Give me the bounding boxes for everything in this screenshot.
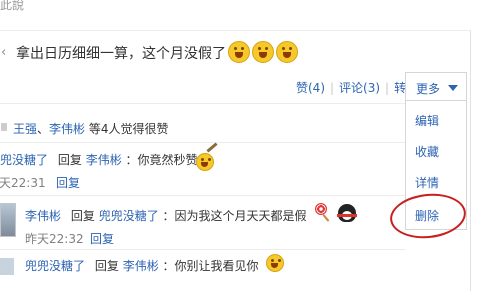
grimace-face-icon [196,153,214,171]
divider [0,195,405,196]
comment-text: ：你竟然秒赞 [125,153,198,167]
liker-name[interactable]: 李伟彬 [49,122,85,136]
lollipop-icon [315,203,327,215]
reply-word: 回复 [70,209,95,223]
divider [0,142,405,143]
likes-summary: 王强、李伟彬 等4人觉得很赞 [13,120,169,137]
more-button[interactable]: 更多 [405,72,467,101]
reply-button[interactable]: 回复 [90,230,114,247]
comment-line: 兜兜没糖了 回复 李伟彬 ：你别让我看见你 [25,257,259,274]
comment-line: 兜兜没糖了 回复 李伟彬 ：你竟然秒赞 [0,151,198,168]
menu-item-edit[interactable]: 编辑 [415,112,439,129]
liker-separator: 、 [37,122,50,136]
comment-author[interactable]: 兜兜没糖了 [0,153,48,167]
action-separator: | [385,81,390,95]
liker-name[interactable]: 王强 [13,122,37,136]
thumbs-up-icon [1,123,7,131]
action-separator: | [330,81,335,95]
divider [0,249,405,250]
smirk-face-icon [266,254,284,272]
more-button-label: 更多 [416,82,441,96]
comment-time: 天22:31 [0,176,46,190]
like-button[interactable]: 赞(4) [296,81,325,95]
penguin-icon [338,204,356,222]
likes-suffix: 等4人觉得很赞 [88,122,169,136]
reply-button[interactable]: 回复 [56,174,80,191]
avatar[interactable] [0,258,14,275]
comment-line: 李伟彬 回复 兜兜没糖了 ：因为我这个月天天都是假 [25,207,307,224]
comment-author[interactable]: 兜兜没糖了 [25,259,85,273]
reply-to-name[interactable]: 兜兜没糖了 [99,209,159,223]
comment-button[interactable]: 评论(3) [339,81,380,95]
reply-to-name[interactable]: 李伟彬 [86,153,122,167]
comment-text: ：你别让我看见你 [162,259,259,273]
divider [0,103,405,104]
cut-off-header-text: 此說 [0,0,25,12]
comment-text: ：因为我这个月天天都是假 [162,209,307,223]
penguin-scarf [337,214,357,217]
menu-item-favorite[interactable]: 收藏 [415,143,439,160]
comment-author[interactable]: 李伟彬 [25,209,61,223]
reply-to-name[interactable]: 李伟彬 [123,259,159,273]
grinning-face-icon [252,41,274,63]
avatar[interactable] [0,203,16,237]
grinning-face-icon [276,41,298,63]
comment-time: 昨天22:32 [25,232,84,246]
reply-word: 回复 [57,153,82,167]
caret-down-icon [448,85,458,91]
menu-item-details[interactable]: 详情 [415,174,439,191]
post-text: 拿出日历细细一算，这个月没假了 [16,46,226,62]
action-bar: 赞(4)|评论(3)|转发 [296,79,418,96]
collapse-caret-icon[interactable]: ‹ [1,45,6,60]
reply-word: 回复 [94,259,119,273]
grinning-face-icon [228,41,250,63]
